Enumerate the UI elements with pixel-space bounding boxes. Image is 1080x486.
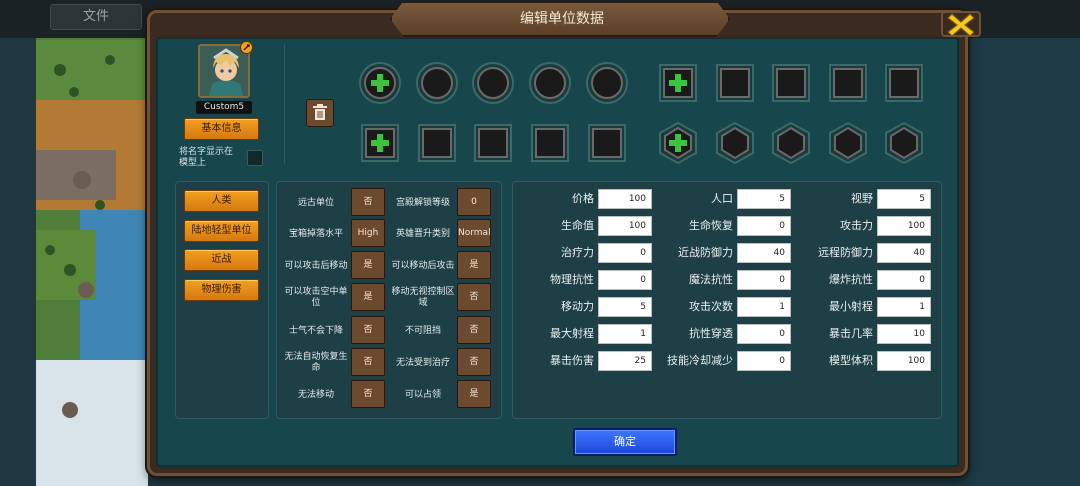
stat-input[interactable]: 10 bbox=[877, 324, 931, 344]
stat-input[interactable]: 0 bbox=[877, 270, 931, 290]
avatar-edit-icon[interactable] bbox=[240, 41, 253, 54]
property-toggle[interactable]: 是 bbox=[457, 251, 491, 279]
square-slot-add[interactable] bbox=[659, 64, 697, 102]
stat-label: 暴击伤害 bbox=[550, 354, 594, 367]
hex-slot-add[interactable] bbox=[659, 121, 697, 165]
hex-slot[interactable] bbox=[885, 121, 923, 165]
property-toggle[interactable]: 是 bbox=[351, 251, 385, 279]
stat-label: 攻击次数 bbox=[689, 300, 733, 313]
property-label: 士气不会下降 bbox=[288, 325, 343, 336]
stat-label: 治疗力 bbox=[561, 246, 594, 259]
stat-label: 最小射程 bbox=[829, 300, 873, 313]
property-toggle[interactable]: 否 bbox=[457, 316, 491, 344]
property-label: 可以移动后攻击 bbox=[391, 260, 455, 271]
circle-slot[interactable] bbox=[472, 62, 514, 104]
hex-slot[interactable] bbox=[772, 121, 810, 165]
confirm-button[interactable]: 确定 bbox=[573, 428, 677, 456]
property-label: 可以攻击空中单位 bbox=[284, 287, 348, 308]
property-toggle[interactable]: 是 bbox=[351, 283, 385, 311]
property-toggle[interactable]: 是 bbox=[457, 380, 491, 408]
property-label: 不可阻挡 bbox=[404, 325, 441, 336]
circle-slot[interactable] bbox=[416, 62, 458, 104]
square-slot[interactable] bbox=[531, 124, 569, 162]
square-slot[interactable] bbox=[885, 64, 923, 102]
unit-name: Custom5 bbox=[196, 101, 252, 114]
property-label: 可以攻击后移动 bbox=[284, 260, 348, 271]
stat-label: 攻击力 bbox=[840, 219, 873, 232]
stat-label: 技能冷却减少 bbox=[667, 354, 733, 367]
equipment-slots bbox=[359, 62, 923, 165]
stat-label: 爆炸抗性 bbox=[829, 273, 873, 286]
stat-label: 近战防御力 bbox=[678, 246, 733, 259]
square-slot[interactable] bbox=[829, 64, 867, 102]
show-name-label: 将名字显示在 模型上 bbox=[179, 147, 249, 169]
property-label: 移动无视控制区域 bbox=[391, 287, 455, 308]
square-slot[interactable] bbox=[474, 124, 512, 162]
show-name-label-line1: 将名字显示在 bbox=[179, 147, 234, 157]
trash-icon bbox=[313, 104, 327, 120]
circle-slot[interactable] bbox=[586, 62, 628, 104]
square-slot[interactable] bbox=[418, 124, 456, 162]
show-name-checkbox[interactable] bbox=[247, 150, 263, 166]
stat-label: 生命恢复 bbox=[689, 219, 733, 232]
stat-input[interactable]: 1 bbox=[877, 297, 931, 317]
circle-slot[interactable] bbox=[529, 62, 571, 104]
square-slot[interactable] bbox=[716, 64, 754, 102]
property-label: 远古单位 bbox=[297, 197, 334, 208]
stat-label: 抗性穿透 bbox=[689, 327, 733, 340]
stat-input[interactable]: 100 bbox=[877, 351, 931, 371]
stat-label: 物理抗性 bbox=[550, 273, 594, 286]
stat-label: 人口 bbox=[711, 192, 733, 205]
square-slot-add[interactable] bbox=[361, 124, 399, 162]
stat-input[interactable]: 100 bbox=[877, 216, 931, 236]
square-slot[interactable] bbox=[588, 124, 626, 162]
close-icon[interactable] bbox=[940, 8, 982, 40]
property-label: 宝箱掉落水平 bbox=[288, 228, 343, 239]
dialog-title: 编辑单位数据 bbox=[520, 11, 604, 27]
stat-label: 模型体积 bbox=[829, 354, 873, 367]
delete-button[interactable] bbox=[306, 99, 334, 127]
property-label: 无法移动 bbox=[297, 389, 334, 400]
property-toggle[interactable]: 否 bbox=[351, 380, 385, 408]
stat-label: 视野 bbox=[851, 192, 873, 205]
stat-label: 价格 bbox=[572, 192, 594, 205]
property-label: 无法受到治疗 bbox=[395, 357, 450, 368]
property-toggle[interactable]: 否 bbox=[351, 316, 385, 344]
property-label: 宫殿解锁等级 bbox=[395, 197, 450, 208]
stat-label: 暴击几率 bbox=[829, 327, 873, 340]
hex-slot[interactable] bbox=[716, 121, 754, 165]
property-toggle[interactable]: Normal bbox=[457, 219, 491, 247]
property-toggle[interactable]: 否 bbox=[351, 348, 385, 376]
stat-label: 远程防御力 bbox=[818, 246, 873, 259]
stat-input[interactable]: 40 bbox=[877, 243, 931, 263]
property-label: 无法自动恢复生命 bbox=[284, 352, 348, 373]
basic-info-button[interactable]: 基本信息 bbox=[184, 118, 259, 140]
stat-label: 生命值 bbox=[561, 219, 594, 232]
dialog-title-plate: 编辑单位数据 bbox=[390, 1, 730, 37]
stat-input[interactable]: 5 bbox=[877, 189, 931, 209]
header-divider bbox=[284, 44, 285, 164]
stat-label: 移动力 bbox=[561, 300, 594, 313]
property-toggle[interactable]: 否 bbox=[457, 348, 491, 376]
circle-slot-add[interactable] bbox=[359, 62, 401, 104]
property-label: 可以占领 bbox=[404, 389, 441, 400]
category-type-button[interactable]: 陆地轻型单位 bbox=[184, 220, 259, 242]
stat-label: 魔法抗性 bbox=[689, 273, 733, 286]
property-toggle[interactable]: 否 bbox=[457, 283, 491, 311]
category-damage-type-button[interactable]: 物理伤害 bbox=[184, 279, 259, 301]
hex-slot[interactable] bbox=[829, 121, 867, 165]
show-name-label-line2: 模型上 bbox=[179, 158, 207, 168]
category-attack-type-button[interactable]: 近战 bbox=[184, 249, 259, 271]
property-toggle[interactable]: 0 bbox=[457, 188, 491, 216]
square-slot[interactable] bbox=[772, 64, 810, 102]
property-toggle[interactable]: 否 bbox=[351, 188, 385, 216]
file-menu-button[interactable]: 文件 bbox=[50, 4, 142, 30]
property-toggle[interactable]: High bbox=[351, 219, 385, 247]
property-label: 英雄晋升类别 bbox=[395, 228, 450, 239]
stat-label: 最大射程 bbox=[550, 327, 594, 340]
category-race-button[interactable]: 人类 bbox=[184, 190, 259, 212]
